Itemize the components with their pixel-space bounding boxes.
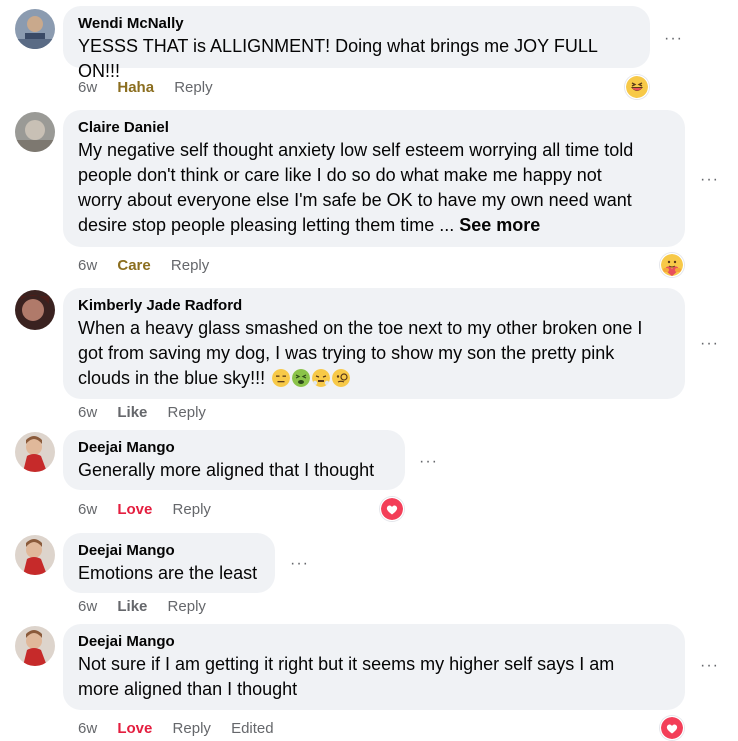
- reaction-button[interactable]: Like: [117, 404, 147, 421]
- more-options-icon[interactable]: ···: [664, 31, 683, 47]
- timestamp[interactable]: 6w: [78, 257, 97, 274]
- reply-button[interactable]: Reply: [171, 257, 209, 274]
- more-options-icon[interactable]: ···: [700, 336, 719, 352]
- edited-label: Edited: [231, 720, 274, 737]
- reaction-button[interactable]: Love: [117, 720, 152, 737]
- avatar[interactable]: [15, 9, 55, 49]
- avatar[interactable]: [15, 626, 55, 666]
- reply-button[interactable]: Reply: [168, 598, 206, 615]
- timestamp[interactable]: 6w: [78, 501, 97, 518]
- comment-text: Not sure if I am getting it right but it…: [78, 654, 615, 699]
- comment-actions: 6w Love Reply Edited: [78, 719, 290, 739]
- comment-actions: 6w Haha Reply: [78, 78, 229, 98]
- reply-button[interactable]: Reply: [168, 404, 206, 421]
- comment-actions: 6w Care Reply: [78, 256, 225, 276]
- reply-button[interactable]: Reply: [174, 79, 212, 96]
- comment-author[interactable]: Kimberly Jade Radford: [78, 296, 670, 316]
- avatar[interactable]: [15, 535, 55, 575]
- comment-text: YESSS THAT is ALLIGNMENT! Doing what bri…: [78, 36, 598, 81]
- comment-author[interactable]: Wendi McNally: [78, 14, 635, 34]
- comment-actions: 6w Like Reply: [78, 597, 222, 617]
- love-heart-icon[interactable]: [660, 716, 684, 740]
- care-emoji-icon[interactable]: [660, 253, 684, 277]
- comment-text: My negative self thought anxiety low sel…: [78, 140, 634, 235]
- comment-bubble: Deejai Mango Emotions are the least: [63, 533, 275, 593]
- comment-bubble: Wendi McNally YESSS THAT is ALLIGNMENT! …: [63, 6, 650, 81]
- avatar[interactable]: [15, 432, 55, 472]
- nauseated-face-icon: [292, 369, 311, 387]
- love-heart-icon[interactable]: [380, 497, 404, 521]
- comment-actions: 6w Like Reply: [78, 403, 222, 423]
- reaction-button[interactable]: Care: [117, 257, 150, 274]
- see-more-link[interactable]: See more: [459, 215, 540, 235]
- monocle-face-icon: [332, 369, 351, 387]
- reply-button[interactable]: Reply: [173, 720, 211, 737]
- reaction-button[interactable]: Like: [117, 598, 147, 615]
- comment-author[interactable]: Deejai Mango: [78, 438, 390, 458]
- comment-author[interactable]: Claire Daniel: [78, 118, 670, 138]
- haha-emoji-icon[interactable]: [625, 75, 649, 99]
- more-options-icon[interactable]: ···: [700, 172, 719, 188]
- timestamp[interactable]: 6w: [78, 598, 97, 615]
- more-options-icon[interactable]: ···: [419, 454, 438, 470]
- comment-text: Emotions are the least: [78, 563, 258, 583]
- comment-text: Generally more aligned that I thought: [78, 460, 375, 480]
- avatar[interactable]: [15, 112, 55, 152]
- timestamp[interactable]: 6w: [78, 79, 97, 96]
- expressionless-face-icon: [272, 369, 291, 387]
- reaction-button[interactable]: Love: [117, 501, 152, 518]
- comment-actions: 6w Love Reply: [78, 500, 227, 520]
- timestamp[interactable]: 6w: [78, 720, 97, 737]
- more-options-icon[interactable]: ···: [290, 556, 309, 572]
- comment-bubble: Claire Daniel My negative self thought a…: [63, 110, 685, 247]
- comment-bubble: Deejai Mango Not sure if I am getting it…: [63, 624, 685, 710]
- comment-bubble: Deejai Mango Generally more aligned that…: [63, 430, 405, 490]
- more-options-icon[interactable]: ···: [700, 658, 719, 674]
- comment-author[interactable]: Deejai Mango: [78, 632, 670, 652]
- comment-bubble: Kimberly Jade Radford When a heavy glass…: [63, 288, 685, 399]
- avatar[interactable]: [15, 290, 55, 330]
- reaction-button[interactable]: Haha: [117, 79, 154, 96]
- steam-face-icon: [312, 369, 331, 387]
- reply-button[interactable]: Reply: [173, 501, 211, 518]
- comment-author[interactable]: Deejai Mango: [78, 541, 260, 561]
- timestamp[interactable]: 6w: [78, 404, 97, 421]
- comment-text: When a heavy glass smashed on the toe ne…: [78, 318, 643, 388]
